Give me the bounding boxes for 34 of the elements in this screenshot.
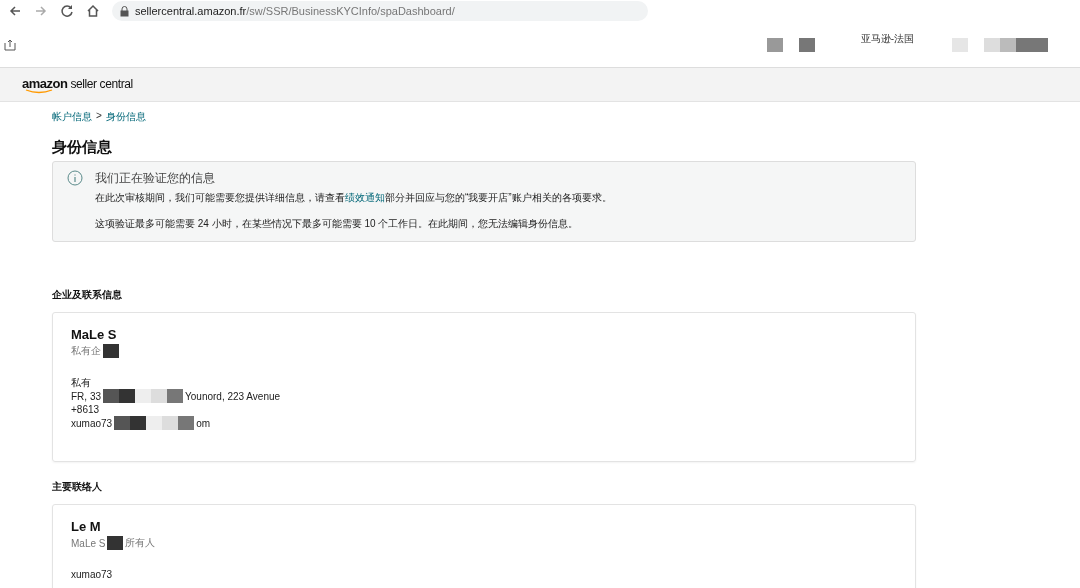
breadcrumb-link[interactable]: 身份信息 xyxy=(105,110,146,124)
contact-detail: +8613 xyxy=(71,403,100,416)
marketplace-label[interactable]: 亚马逊-法国 xyxy=(860,32,914,46)
alert-title: 我们正在验证您的信息 xyxy=(95,170,216,187)
amazon-seller-central-logo[interactable]: amazon seller central xyxy=(22,75,133,94)
contact-detail: om xyxy=(196,416,211,430)
contact-name: MaLe S xyxy=(71,327,117,342)
account-type-text: 所有人 xyxy=(125,536,156,550)
alert-note: 这项验证最多可能需要 24 小时，在某些情况下最多可能需要 10 个工作日。在此期间，您无法编辑身份信息。 xyxy=(95,217,580,231)
account-type-text: 私有企 xyxy=(71,344,101,358)
page-title: 身份信息 xyxy=(52,138,113,157)
contact-name: Le M xyxy=(71,519,101,534)
redaction-mosaic xyxy=(766,37,815,52)
lock-icon xyxy=(120,5,129,17)
account-type-text: MaLe S xyxy=(71,537,106,549)
contact-detail: 私有 xyxy=(71,376,91,389)
redaction-mosaic xyxy=(107,536,124,550)
breadcrumb-link[interactable]: 帐户信息 xyxy=(52,110,92,124)
address-bar[interactable]: sellercentral.amazon.fr/sw/SSR/BusinessKYCInfo/spaDashboard/ xyxy=(112,1,648,21)
performance-notice-link[interactable]: 绩效通知 xyxy=(345,192,385,203)
info-icon xyxy=(67,170,83,186)
contact-detail: xumao73 xyxy=(71,568,113,581)
section-heading: 企业及联系信息 xyxy=(52,288,123,302)
back-arrow-icon[interactable] xyxy=(8,4,22,18)
contact-detail: FR, 33 xyxy=(71,389,101,403)
contact-detail: xumao73 xyxy=(71,416,113,430)
reload-icon[interactable] xyxy=(60,4,74,18)
contact-detail: Younord, 223 Avenue xyxy=(185,389,281,403)
alert-message: 在此次审核期间，我们可能需要您提供详细信息，请查看绩效通知部分并回应与您的“我要开店”账户相关的各项要求。 xyxy=(95,191,612,205)
home-icon[interactable] xyxy=(86,4,100,18)
breadcrumb-separator: > xyxy=(96,110,102,123)
section-heading: 主要联络人 xyxy=(52,480,103,494)
share-icon[interactable] xyxy=(4,38,16,51)
redaction-mosaic xyxy=(103,344,119,358)
